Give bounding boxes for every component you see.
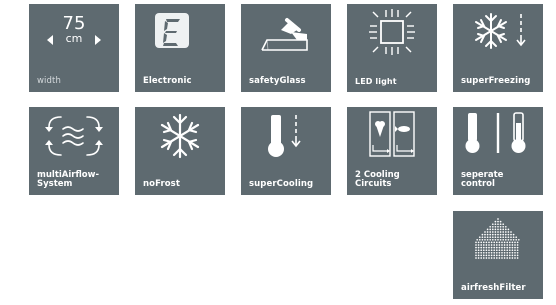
feature-label-electronic: Electronic: [143, 76, 192, 86]
feature-tile-width: 75 cm width: [29, 4, 119, 92]
feature-label-led-light: LED light: [355, 77, 397, 86]
feature-label-cooling-circuits: 2 Cooling Circuits: [355, 170, 400, 189]
led-light-icon: [369, 9, 415, 55]
glass-shelf-icon: [261, 18, 308, 51]
feature-tile-super-freezing: superFreezing: [453, 4, 543, 92]
feature-label-super-cooling: superCooling: [249, 179, 314, 189]
width-unit: cm: [65, 32, 83, 45]
width-value: 75: [62, 13, 86, 34]
feature-label-width: width: [37, 76, 61, 86]
feature-label-super-freezing: superFreezing: [461, 76, 531, 86]
feature-label-no-frost: noFrost: [143, 179, 181, 189]
feature-label-safety-glass: safetyGlass: [249, 76, 306, 86]
feature-tile-no-frost: noFrost: [135, 107, 225, 195]
feature-tile-separate-control: seperate control: [453, 107, 543, 195]
feature-tile-cooling-circuits: 2 Cooling Circuits: [347, 107, 437, 195]
snowflake-down-arrow-icon: [475, 13, 526, 49]
feature-tile-multi-airflow: multiAirflow- System: [29, 107, 119, 195]
feature-label-multi-airflow: multiAirflow- System: [37, 170, 100, 189]
thermometer-down-arrow-icon: [268, 115, 301, 157]
feature-tile-safety-glass: safetyGlass: [241, 4, 331, 92]
feature-tile-electronic: Electronic: [135, 4, 225, 92]
feature-label-separate-control: seperate control: [461, 170, 504, 189]
snowflake-icon: [160, 113, 200, 159]
feature-tile-led-light: LED light: [347, 4, 437, 92]
feature-tile-airfresh-filter: airfreshFilter: [453, 211, 543, 299]
two-cooling-circuits-icon: [369, 111, 415, 157]
feature-tile-super-cooling: superCooling: [241, 107, 331, 195]
digital-display-icon: [155, 13, 189, 48]
dotted-house-filter-icon: [475, 218, 520, 259]
feature-label-airfresh-filter: airfreshFilter: [461, 283, 526, 293]
two-thermometers-icon: [465, 112, 526, 153]
airflow-icon: [45, 116, 103, 156]
